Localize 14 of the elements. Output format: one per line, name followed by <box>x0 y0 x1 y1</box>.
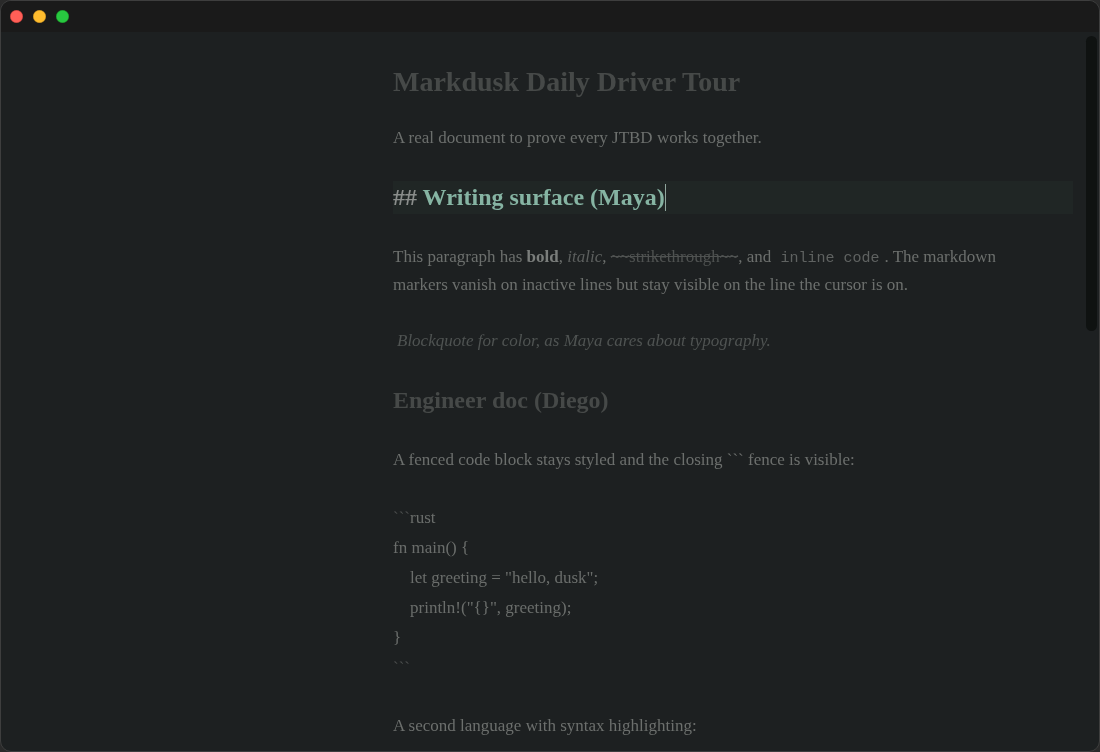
text-cursor-icon <box>664 184 667 211</box>
code-line: fn main() { <box>393 537 470 559</box>
code-fence-line: ``` <box>393 657 410 679</box>
code-line: } <box>393 627 402 649</box>
minimize-icon[interactable] <box>33 10 46 23</box>
close-icon[interactable] <box>10 10 23 23</box>
code-fence-line: ```rust <box>393 507 436 529</box>
code-line: println!("{}", greeting); <box>409 597 572 619</box>
heading: ## Writing surface (Maya) <box>393 183 665 212</box>
code-line: let greeting = "hello, dusk"; <box>409 567 599 589</box>
paragraph: A second language with syntax highlighting: <box>393 715 698 737</box>
paragraph: A real document to prove every JTBD works together. <box>393 127 763 149</box>
maximize-icon[interactable] <box>56 10 69 23</box>
paragraph: A fenced code block stays styled and the closing ``` fence is visible: <box>393 449 856 471</box>
